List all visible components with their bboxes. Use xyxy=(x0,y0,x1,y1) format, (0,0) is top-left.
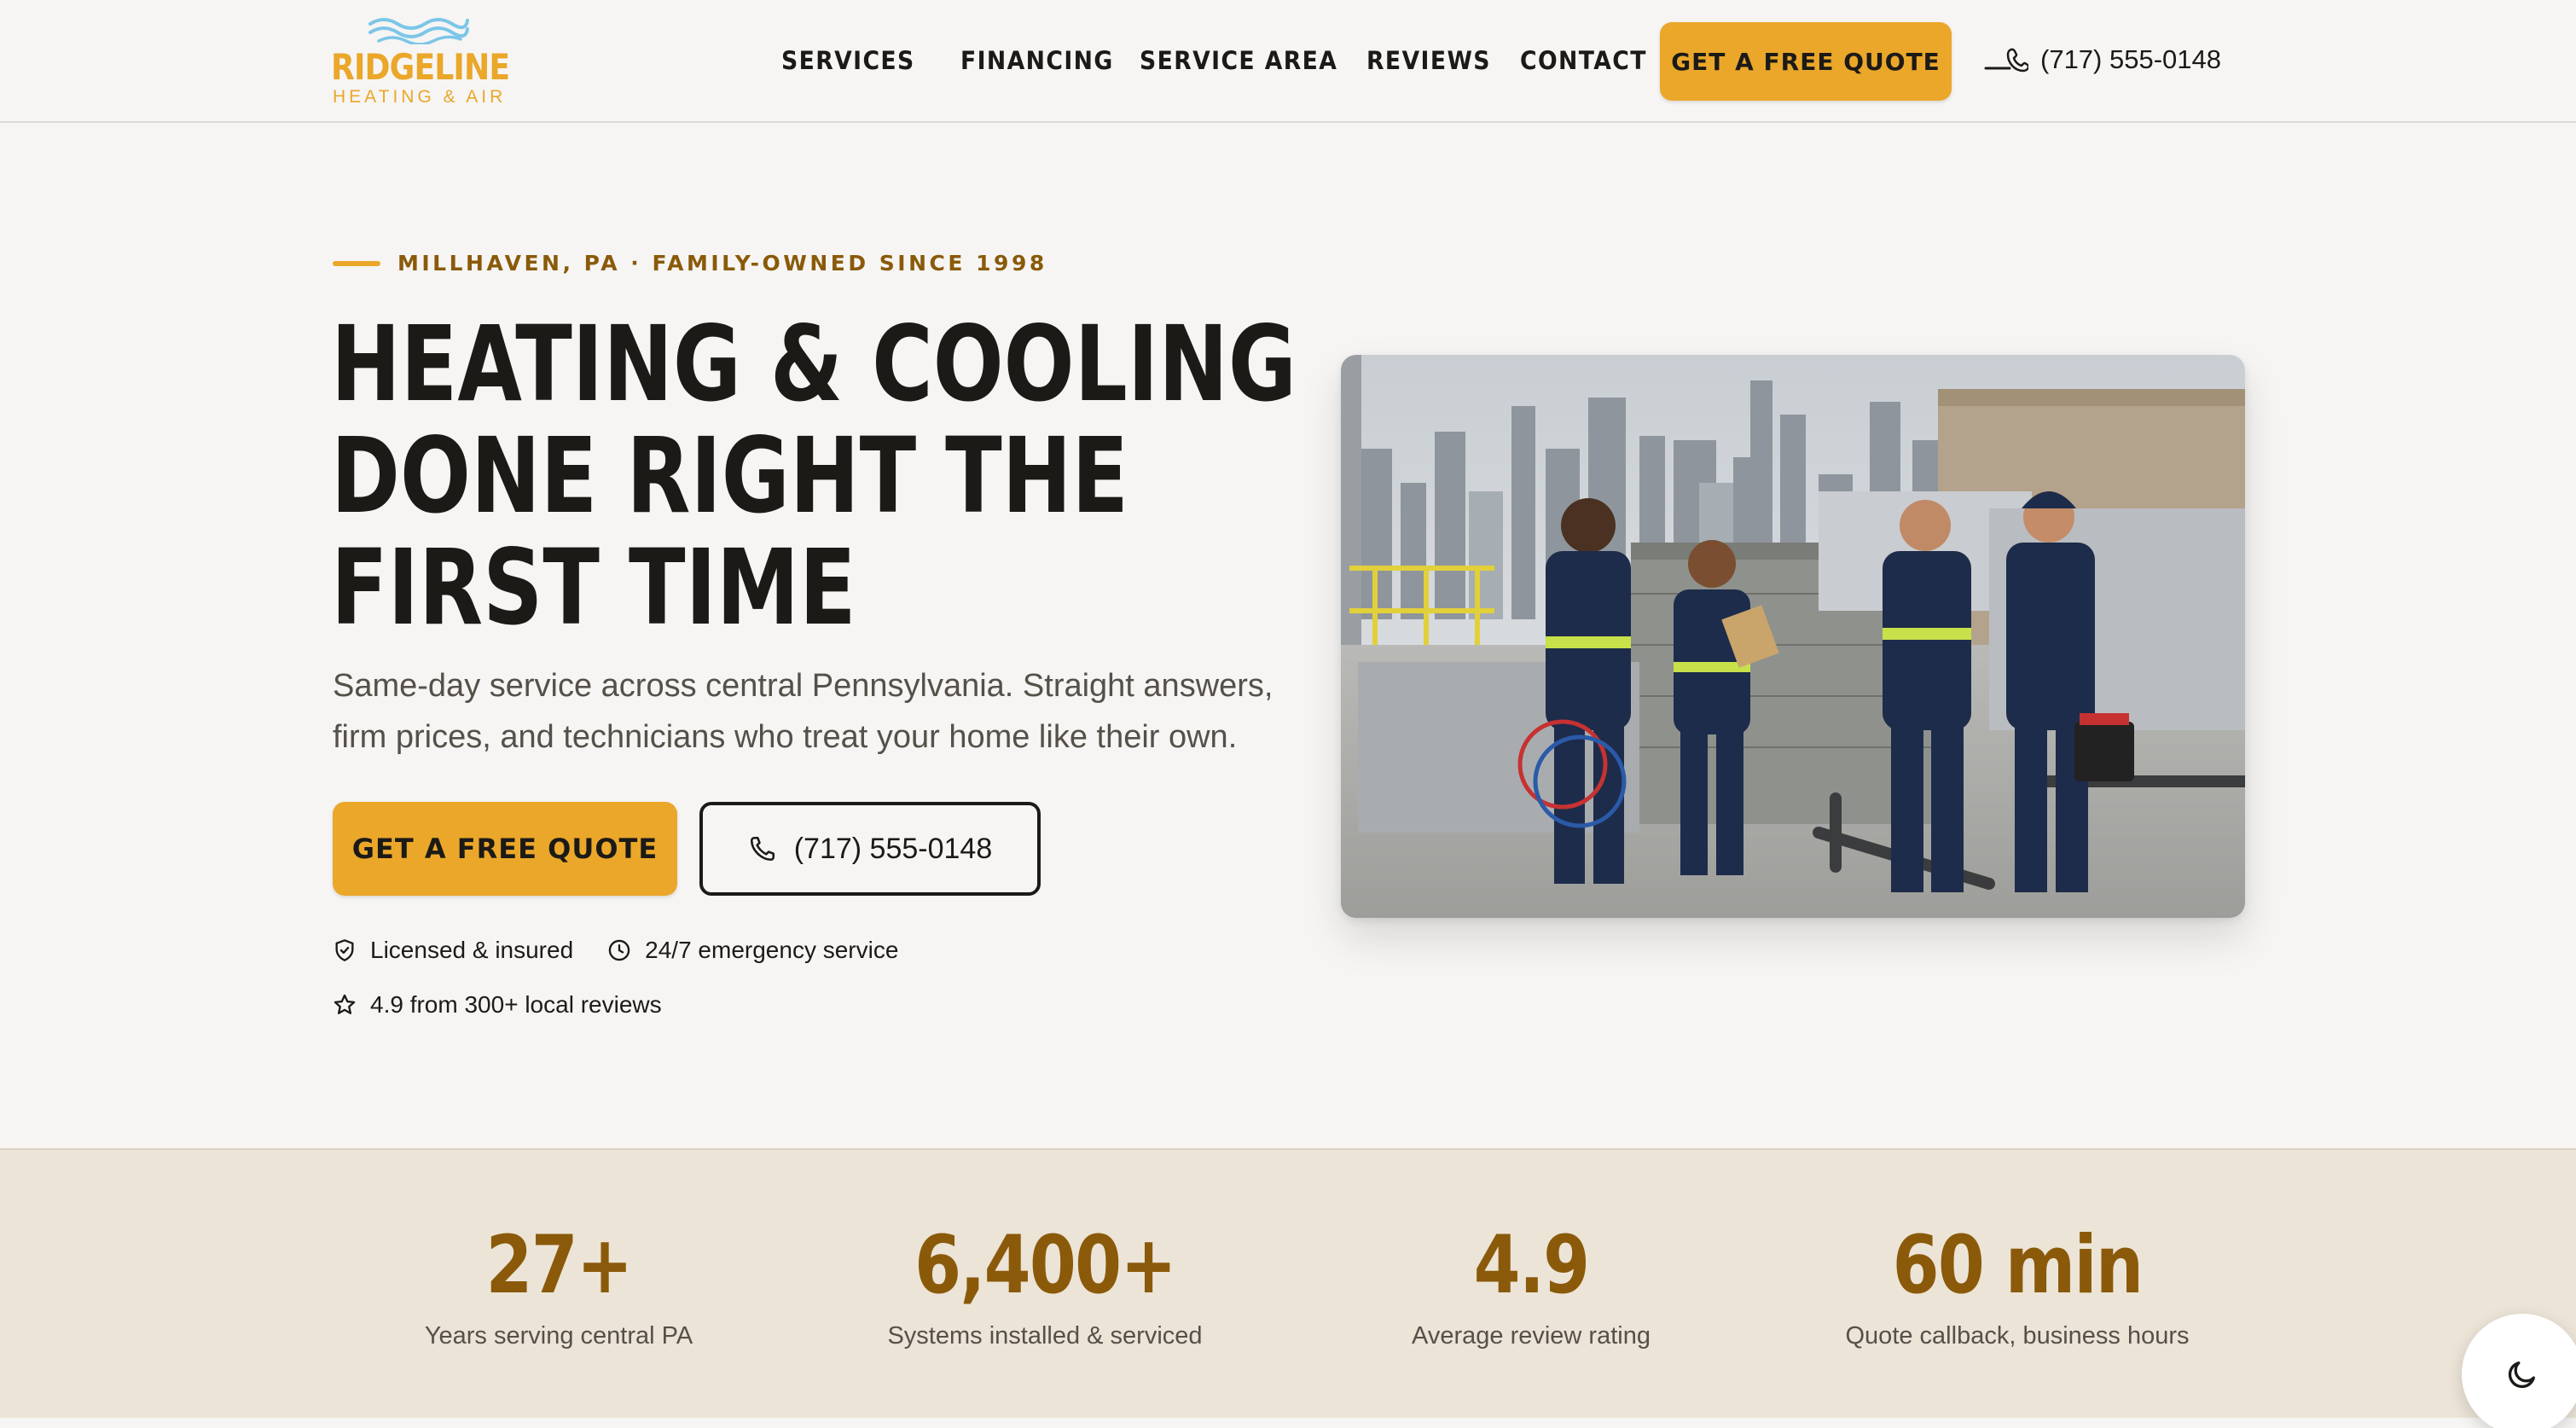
trust-emergency: 24/7 emergency service xyxy=(607,937,898,964)
nav-contact[interactable]: CONTACT xyxy=(1520,46,1645,75)
technicians-rooftop-image xyxy=(1341,355,2245,918)
headline-line-3: FIRST TIME xyxy=(331,527,856,648)
stat-years-label: Years serving central PA xyxy=(424,1322,693,1350)
eyebrow-text: MILLHAVEN, PA · FAMILY-OWNED SINCE 1998 xyxy=(397,251,1047,276)
phone-icon xyxy=(1984,48,2028,73)
nav-services[interactable]: SERVICES xyxy=(781,46,914,75)
stat-systems: 6,400+ Systems installed & serviced xyxy=(789,1223,1301,1350)
hero-eyebrow: MILLHAVEN, PA · FAMILY-OWNED SINCE 1998 xyxy=(333,251,1047,276)
stat-rating-value: 4.9 xyxy=(1473,1219,1591,1312)
clock-icon xyxy=(608,939,630,961)
hero-quote-button[interactable]: GET A FREE QUOTE xyxy=(333,802,677,896)
stats-band: 27+ Years serving central PA 6,400+ Syst… xyxy=(0,1148,2576,1418)
header-phone-link[interactable]: (717) 555-0148 xyxy=(1984,44,2221,75)
next-section-edge xyxy=(0,1418,2576,1428)
eyebrow-accent-bar xyxy=(333,260,380,266)
site-header: RIDGELINE HEATING & AIR SERVICES FINANCI… xyxy=(0,0,2576,123)
trust-reviews: 4.9 from 300+ local reviews xyxy=(333,991,662,1019)
trust-licensed-label: Licensed & insured xyxy=(370,937,574,963)
waves-logo-icon xyxy=(368,18,469,44)
trust-reviews-label: 4.9 from 300+ local reviews xyxy=(370,991,662,1018)
shield-check-icon xyxy=(335,939,354,961)
hero-photo xyxy=(1341,355,2245,918)
trust-emergency-label: 24/7 emergency service xyxy=(645,937,899,963)
hero-phone-button[interactable]: (717) 555-0148 xyxy=(699,802,1041,896)
stat-rating: 4.9 Average review rating xyxy=(1275,1223,1787,1350)
stat-callback-value: 60 min xyxy=(1892,1219,2144,1312)
headline-line-1: HEATING & COOLING xyxy=(331,304,1297,425)
brand-logo[interactable]: RIDGELINE HEATING & AIR xyxy=(331,14,519,109)
theme-toggle-button[interactable] xyxy=(2462,1314,2576,1428)
trust-row-1: Licensed & insured 24/7 emergency servic… xyxy=(333,937,932,964)
nav-financing[interactable]: FINANCING xyxy=(960,46,1112,75)
brand-name: RIDGELINE xyxy=(331,46,510,88)
stat-systems-value: 6,400+ xyxy=(914,1219,1177,1312)
moon-icon xyxy=(2508,1361,2535,1389)
hero-phone-number: (717) 555-0148 xyxy=(793,832,993,865)
header-phone-number: (717) 555-0148 xyxy=(2040,44,2221,74)
star-icon xyxy=(334,994,356,1014)
trust-row-2: 4.9 from 300+ local reviews xyxy=(333,991,696,1019)
stat-callback-label: Quote callback, business hours xyxy=(1845,1322,2190,1350)
nav-reviews[interactable]: REVIEWS xyxy=(1366,46,1489,75)
stat-systems-label: Systems installed & serviced xyxy=(887,1322,1203,1350)
phone-icon xyxy=(750,836,775,862)
stat-callback: 60 min Quote callback, business hours xyxy=(1761,1223,2273,1350)
header-quote-button[interactable]: GET A FREE QUOTE xyxy=(1660,22,1952,101)
hero-headline: HEATING & COOLING DONE RIGHT THE FIRST T… xyxy=(331,304,1297,648)
main-nav: SERVICES FINANCING SERVICE AREA REVIEWS … xyxy=(781,46,1674,75)
trust-licensed: Licensed & insured xyxy=(333,937,573,964)
brand-tagline: HEATING & AIR xyxy=(333,87,507,107)
nav-service-area[interactable]: SERVICE AREA xyxy=(1140,46,1337,75)
hero-description: Same-day service across central Pennsylv… xyxy=(333,668,1273,755)
headline-line-2: DONE RIGHT THE xyxy=(331,415,1129,537)
stat-years: 27+ Years serving central PA xyxy=(303,1223,815,1350)
stat-rating-label: Average review rating xyxy=(1412,1322,1651,1350)
stat-years-value: 27+ xyxy=(485,1219,633,1312)
